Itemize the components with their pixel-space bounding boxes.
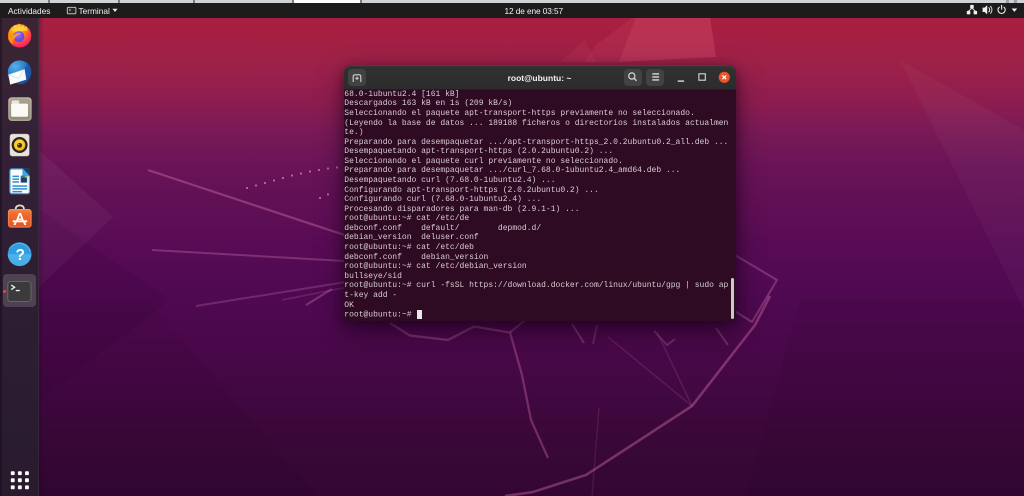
svg-text:?: ? <box>15 247 24 264</box>
